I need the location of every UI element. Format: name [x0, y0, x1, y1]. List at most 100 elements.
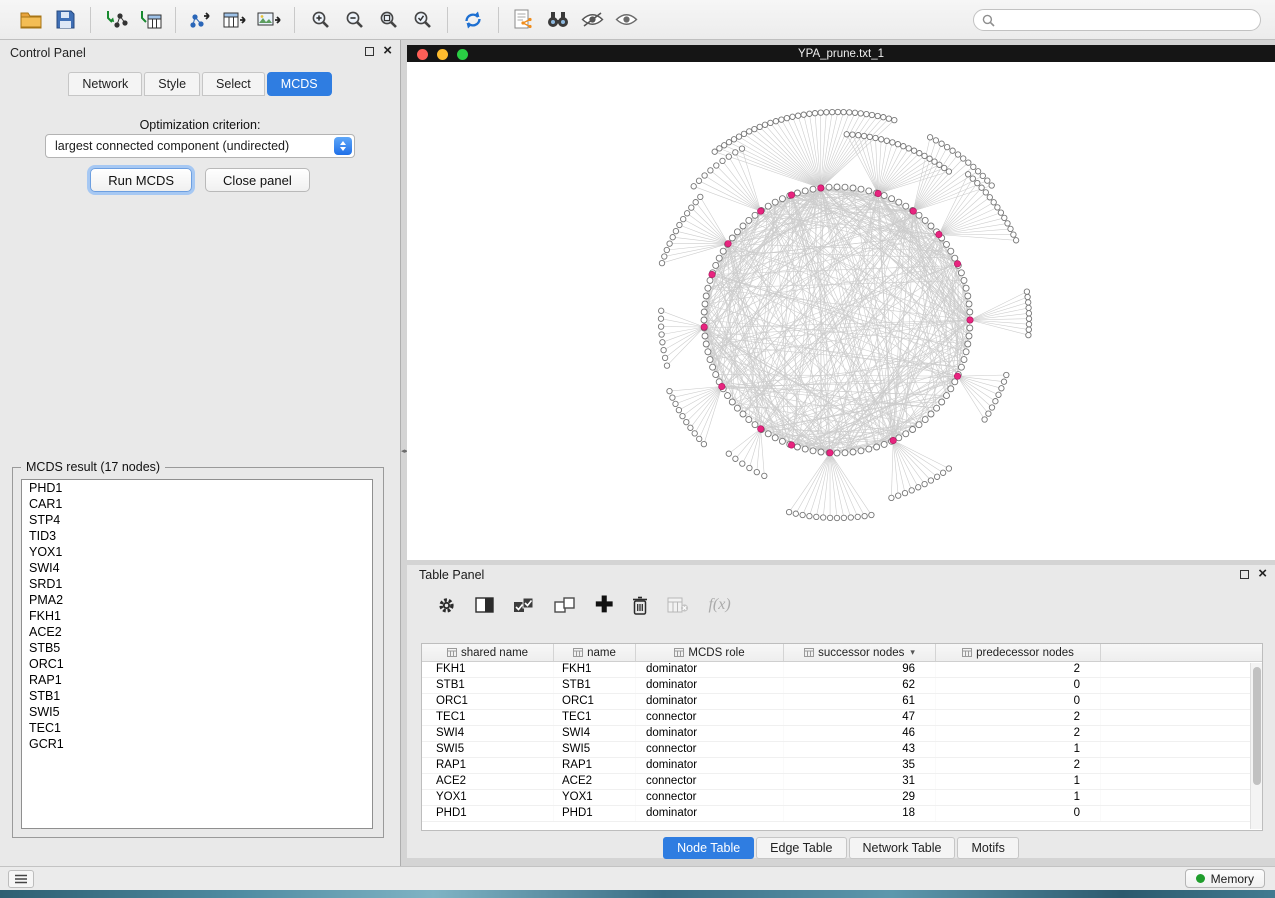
export-image-icon[interactable]	[252, 5, 286, 35]
table-row[interactable]: FKH1FKH1dominator962	[422, 662, 1262, 678]
tab-motifs[interactable]: Motifs	[957, 837, 1018, 859]
table-row[interactable]: SWI4SWI4dominator462	[422, 726, 1262, 742]
deselect-all-icon[interactable]	[554, 594, 576, 616]
mcds-list-item[interactable]: TID3	[22, 528, 372, 544]
add-icon[interactable]: ✚	[595, 594, 613, 616]
search-box[interactable]	[973, 9, 1261, 31]
cell-shared-name: STB1	[422, 678, 554, 693]
table-row[interactable]: YOX1YOX1connector291	[422, 790, 1262, 806]
criterion-select[interactable]: largest connected component (undirected)	[45, 134, 355, 158]
cell-predecessor-nodes: 0	[936, 678, 1101, 693]
column-header-MCDS-role[interactable]: MCDS role	[636, 644, 784, 661]
zoom-in-icon[interactable]	[303, 5, 337, 35]
table-row[interactable]: STB1STB1dominator620	[422, 678, 1262, 694]
window-minimize-icon[interactable]	[437, 49, 448, 60]
mcds-list-item[interactable]: CAR1	[22, 496, 372, 512]
window-maximize-icon[interactable]	[457, 49, 468, 60]
cell-name: SWI5	[554, 742, 636, 757]
show-icon[interactable]	[609, 5, 643, 35]
network-canvas-svg[interactable]	[407, 62, 1275, 560]
toolbar-divider	[498, 7, 499, 33]
mcds-result-list[interactable]: PHD1CAR1STP4TID3YOX1SWI4SRD1PMA2FKH1ACE2…	[21, 479, 373, 829]
hide-icon[interactable]	[575, 5, 609, 35]
import-network-icon[interactable]	[99, 5, 133, 35]
mcds-list-item[interactable]: SWI4	[22, 560, 372, 576]
cell-predecessor-nodes: 2	[936, 710, 1101, 725]
zoom-selected-icon[interactable]	[405, 5, 439, 35]
import-table-icon[interactable]	[133, 5, 167, 35]
tab-style[interactable]: Style	[144, 72, 200, 96]
column-header-predecessor-nodes[interactable]: predecessor nodes	[936, 644, 1101, 661]
mcds-list-item[interactable]: STP4	[22, 512, 372, 528]
status-bar: Memory	[0, 866, 1275, 890]
desktop-background	[0, 890, 1275, 898]
mcds-list-item[interactable]: RAP1	[22, 672, 372, 688]
tab-network[interactable]: Network	[68, 72, 142, 96]
open-session-icon[interactable]	[14, 5, 48, 35]
cell-MCDS-role: connector	[636, 774, 784, 789]
function-builder-icon: f(x)	[708, 594, 730, 616]
panel-menu-button[interactable]	[8, 870, 34, 888]
column-header-successor-nodes[interactable]: successor nodes▾	[784, 644, 936, 661]
tab-edge-table[interactable]: Edge Table	[756, 837, 846, 859]
network-canvas[interactable]	[407, 62, 1275, 560]
mcds-list-item[interactable]: PMA2	[22, 592, 372, 608]
table-tabs: Node TableEdge TableNetwork TableMotifs	[407, 837, 1275, 859]
delete-icon[interactable]	[632, 594, 648, 616]
table-scrollbar[interactable]	[1250, 663, 1262, 829]
window-close-icon[interactable]	[417, 49, 428, 60]
mcds-list-item[interactable]: TEC1	[22, 720, 372, 736]
mcds-list-item[interactable]: SRD1	[22, 576, 372, 592]
mcds-list-item[interactable]: FKH1	[22, 608, 372, 624]
table-row[interactable]: TEC1TEC1connector472	[422, 710, 1262, 726]
mcds-list-item[interactable]: ORC1	[22, 656, 372, 672]
mcds-list-item[interactable]: ACE2	[22, 624, 372, 640]
refresh-layout-icon[interactable]	[456, 5, 490, 35]
select-all-icon[interactable]	[513, 594, 535, 616]
table-body: FKH1FKH1dominator962STB1STB1dominator620…	[422, 662, 1262, 822]
sort-indicator-icon[interactable]: ▾	[910, 647, 915, 658]
columns-icon[interactable]	[475, 594, 494, 616]
float-table-panel-icon[interactable]	[1240, 570, 1249, 579]
column-header-name[interactable]: name	[554, 644, 636, 661]
close-panel-button[interactable]: Close panel	[205, 168, 310, 192]
tab-mcds[interactable]: MCDS	[267, 72, 332, 96]
mcds-list-item[interactable]: PHD1	[22, 480, 372, 496]
mcds-list-item[interactable]: STB1	[22, 688, 372, 704]
cell-MCDS-role: dominator	[636, 694, 784, 709]
close-table-panel-icon[interactable]: ×	[1258, 569, 1267, 579]
zoom-out-icon[interactable]	[337, 5, 371, 35]
float-panel-icon[interactable]	[365, 47, 374, 56]
table-row[interactable]: RAP1RAP1dominator352	[422, 758, 1262, 774]
search-network-icon[interactable]	[541, 5, 575, 35]
settings-gear-icon[interactable]	[437, 594, 456, 616]
tab-node-table[interactable]: Node Table	[663, 837, 754, 859]
export-network-icon[interactable]	[184, 5, 218, 35]
run-mcds-button[interactable]: Run MCDS	[90, 168, 192, 192]
search-input[interactable]	[1000, 11, 1260, 29]
zoom-fit-icon[interactable]	[371, 5, 405, 35]
memory-button[interactable]: Memory	[1185, 869, 1265, 888]
table-row[interactable]: SWI5SWI5connector431	[422, 742, 1262, 758]
list-icon	[15, 874, 27, 884]
mcds-list-item[interactable]: SWI5	[22, 704, 372, 720]
mcds-list-item[interactable]: STB5	[22, 640, 372, 656]
share-document-icon[interactable]	[507, 5, 541, 35]
table-row[interactable]: ACE2ACE2connector311	[422, 774, 1262, 790]
cell-MCDS-role: connector	[636, 790, 784, 805]
tab-network-table[interactable]: Network Table	[849, 837, 956, 859]
cell-predecessor-nodes: 1	[936, 774, 1101, 789]
node-table[interactable]: shared namenameMCDS rolesuccessor nodes▾…	[421, 643, 1263, 831]
cell-shared-name: PHD1	[422, 806, 554, 821]
save-session-icon[interactable]	[48, 5, 82, 35]
table-row[interactable]: PHD1PHD1dominator180	[422, 806, 1262, 822]
column-header-shared-name[interactable]: shared name	[422, 644, 554, 661]
export-table-icon[interactable]	[218, 5, 252, 35]
cell-shared-name: ORC1	[422, 694, 554, 709]
mcds-list-item[interactable]: YOX1	[22, 544, 372, 560]
scrollbar-thumb[interactable]	[1253, 667, 1261, 785]
table-row[interactable]: ORC1ORC1dominator610	[422, 694, 1262, 710]
tab-select[interactable]: Select	[202, 72, 265, 96]
mcds-list-item[interactable]: GCR1	[22, 736, 372, 752]
close-panel-icon[interactable]: ×	[383, 46, 392, 56]
